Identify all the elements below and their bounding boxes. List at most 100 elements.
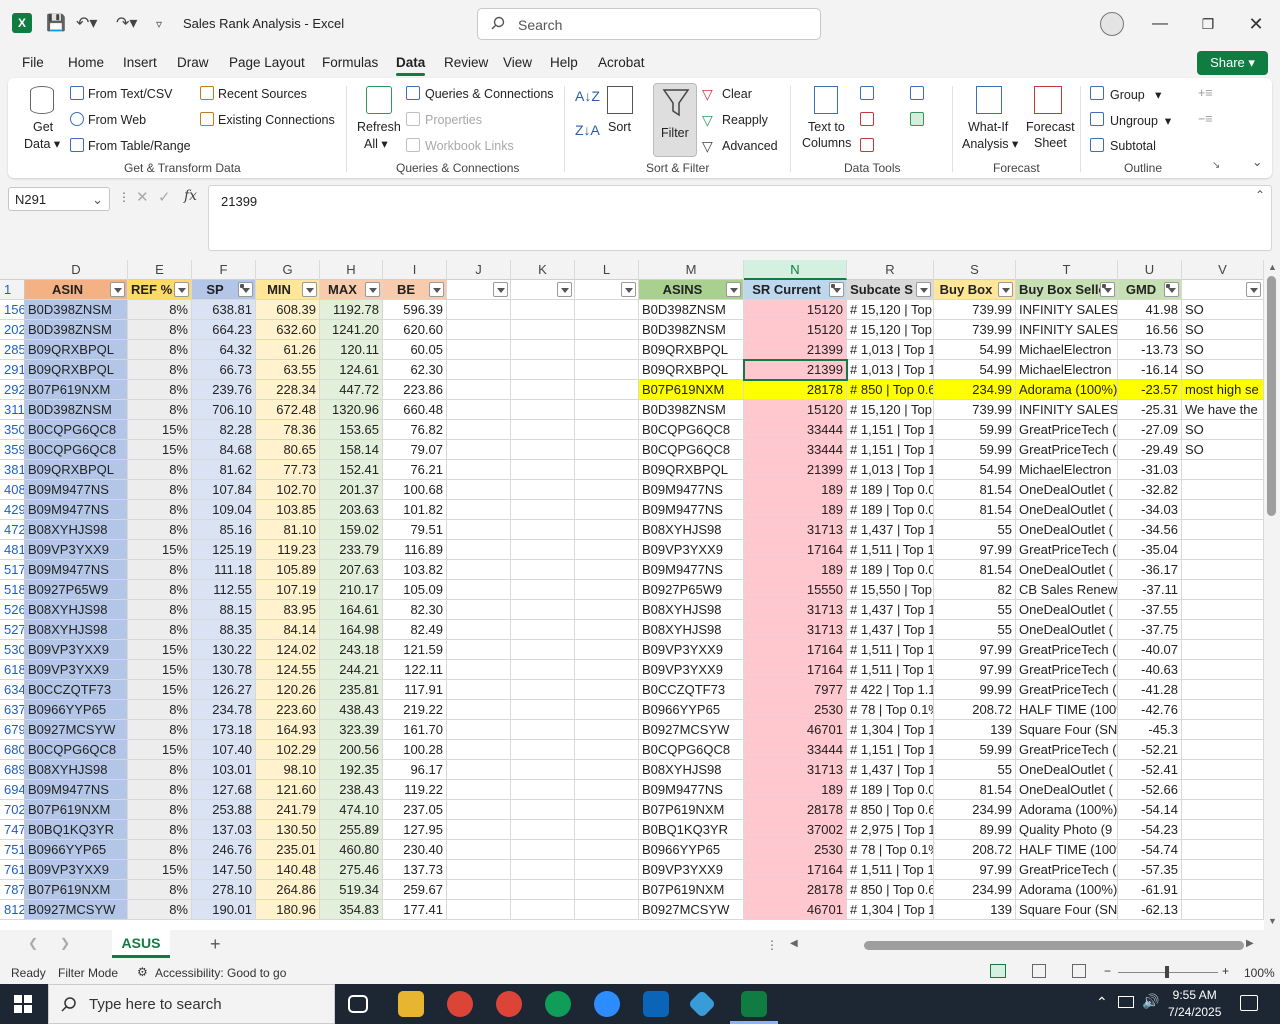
header-cell-d[interactable]: ASIN [25, 280, 128, 300]
cell-i[interactable]: 122.11 [383, 660, 447, 680]
cell-h[interactable]: 124.61 [320, 360, 383, 380]
cell-n[interactable]: 46701 [744, 900, 847, 920]
filter-dropdown-icon[interactable] [829, 282, 844, 297]
cell-t[interactable]: MichaelElectron [1016, 460, 1118, 480]
cell-g[interactable]: 83.95 [256, 600, 320, 620]
cell-d[interactable]: B07P619NXM [25, 880, 128, 900]
cell-d[interactable]: B0D398ZNSM [25, 320, 128, 340]
next-sheet-icon[interactable]: ❯ [60, 936, 70, 950]
cell-r[interactable]: # 1,511 | Top 1 [847, 860, 934, 880]
cell-d[interactable]: B0966YYP65 [25, 840, 128, 860]
cell-f[interactable]: 112.55 [192, 580, 256, 600]
cell-k[interactable] [511, 640, 575, 660]
cell-e[interactable]: 8% [128, 300, 192, 320]
column-header-i[interactable]: I [383, 260, 447, 280]
cell-d[interactable]: B0BQ1KQ3YR [25, 820, 128, 840]
cell-u[interactable]: -23.57 [1118, 380, 1182, 400]
cell-j[interactable] [447, 400, 511, 420]
restore-icon[interactable]: ❐ [1194, 10, 1222, 38]
row-header[interactable]: 689 [0, 760, 25, 780]
cell-k[interactable] [511, 420, 575, 440]
cell-k[interactable] [511, 340, 575, 360]
tray-chevron-icon[interactable]: ⌃ [1096, 994, 1108, 1011]
cell-l[interactable] [575, 320, 639, 340]
advanced-button[interactable]: Advanced [722, 139, 778, 153]
cell-s[interactable]: 139 [934, 720, 1016, 740]
cell-t[interactable]: INFINITY SALES C [1016, 300, 1118, 320]
cell-k[interactable] [511, 320, 575, 340]
cell-u[interactable]: -41.28 [1118, 680, 1182, 700]
cell-t[interactable]: OneDealOutlet ( [1016, 760, 1118, 780]
cell-m[interactable]: B0CQPG6QC8 [639, 420, 744, 440]
cell-j[interactable] [447, 600, 511, 620]
cell-t[interactable]: Adorama (100%) [1016, 800, 1118, 820]
cell-i[interactable]: 121.59 [383, 640, 447, 660]
cell-l[interactable] [575, 480, 639, 500]
scroll-down-icon[interactable]: ▼ [1268, 916, 1277, 926]
cell-r[interactable]: # 189 | Top 0.0 [847, 500, 934, 520]
tab-insert[interactable]: Insert [123, 55, 157, 70]
app-icon[interactable] [687, 989, 717, 1019]
row-header[interactable]: 292 [0, 380, 25, 400]
cell-j[interactable] [447, 480, 511, 500]
cell-n[interactable]: 31713 [744, 760, 847, 780]
cell-d[interactable]: B09VP3YXX9 [25, 860, 128, 880]
cell-v[interactable] [1182, 900, 1264, 920]
row-header[interactable]: 311 [0, 400, 25, 420]
cell-f[interactable]: 81.62 [192, 460, 256, 480]
cell-i[interactable]: 596.39 [383, 300, 447, 320]
cell-r[interactable]: # 1,437 | Top 1 [847, 620, 934, 640]
cell-v[interactable]: SO [1182, 440, 1264, 460]
cell-f[interactable]: 109.04 [192, 500, 256, 520]
sheet-tab-asus[interactable]: ASUS [112, 930, 170, 958]
cell-g[interactable]: 241.79 [256, 800, 320, 820]
cell-g[interactable]: 77.73 [256, 460, 320, 480]
cell-r[interactable]: # 15,120 | Top [847, 300, 934, 320]
cell-r[interactable]: # 1,304 | Top 1 [847, 720, 934, 740]
cell-t[interactable]: INFINITY SALES C [1016, 320, 1118, 340]
cell-n[interactable]: 28178 [744, 880, 847, 900]
queries-connections-button[interactable]: Queries & Connections [425, 87, 554, 101]
cell-d[interactable]: B0966YYP65 [25, 700, 128, 720]
cell-u[interactable]: 41.98 [1118, 300, 1182, 320]
cell-g[interactable]: 672.48 [256, 400, 320, 420]
cell-i[interactable]: 259.67 [383, 880, 447, 900]
cell-e[interactable]: 8% [128, 320, 192, 340]
cell-k[interactable] [511, 460, 575, 480]
from-web-button[interactable]: From Web [88, 113, 146, 127]
header-cell-s[interactable]: Buy Box [934, 280, 1016, 300]
cell-e[interactable]: 8% [128, 760, 192, 780]
cell-n[interactable]: 189 [744, 560, 847, 580]
cell-r[interactable]: # 850 | Top 0.6 [847, 380, 934, 400]
cell-r[interactable]: # 1,437 | Top 1 [847, 600, 934, 620]
cancel-icon[interactable]: ✕ [136, 188, 149, 206]
filter-dropdown-icon[interactable] [1246, 282, 1261, 297]
cell-n[interactable]: 17164 [744, 640, 847, 660]
cell-j[interactable] [447, 760, 511, 780]
cell-n[interactable]: 189 [744, 480, 847, 500]
cell-m[interactable]: B0966YYP65 [639, 840, 744, 860]
file-explorer-icon[interactable] [398, 991, 424, 1017]
cell-r[interactable]: # 78 | Top 0.1% [847, 840, 934, 860]
filter-dropdown-icon[interactable] [302, 282, 317, 297]
cell-d[interactable]: B09M9477NS [25, 560, 128, 580]
cell-t[interactable]: GreatPriceTech ( [1016, 680, 1118, 700]
cell-m[interactable]: B0CCZQTF73 [639, 680, 744, 700]
cell-h[interactable]: 120.11 [320, 340, 383, 360]
cell-u[interactable]: -16.14 [1118, 360, 1182, 380]
cell-u[interactable]: -52.41 [1118, 760, 1182, 780]
cell-d[interactable]: B08XYHJS98 [25, 600, 128, 620]
cell-e[interactable]: 8% [128, 900, 192, 920]
cell-g[interactable]: 80.65 [256, 440, 320, 460]
header-cell-m[interactable]: ASINS [639, 280, 744, 300]
cell-m[interactable]: B09VP3YXX9 [639, 860, 744, 880]
column-header-g[interactable]: G [256, 260, 320, 280]
cell-s[interactable]: 99.99 [934, 680, 1016, 700]
cell-j[interactable] [447, 860, 511, 880]
cell-d[interactable]: B09M9477NS [25, 500, 128, 520]
cell-j[interactable] [447, 540, 511, 560]
row-header[interactable]: 679 [0, 720, 25, 740]
cell-r[interactable]: # 189 | Top 0.0 [847, 780, 934, 800]
cell-f[interactable]: 82.28 [192, 420, 256, 440]
cell-j[interactable] [447, 300, 511, 320]
